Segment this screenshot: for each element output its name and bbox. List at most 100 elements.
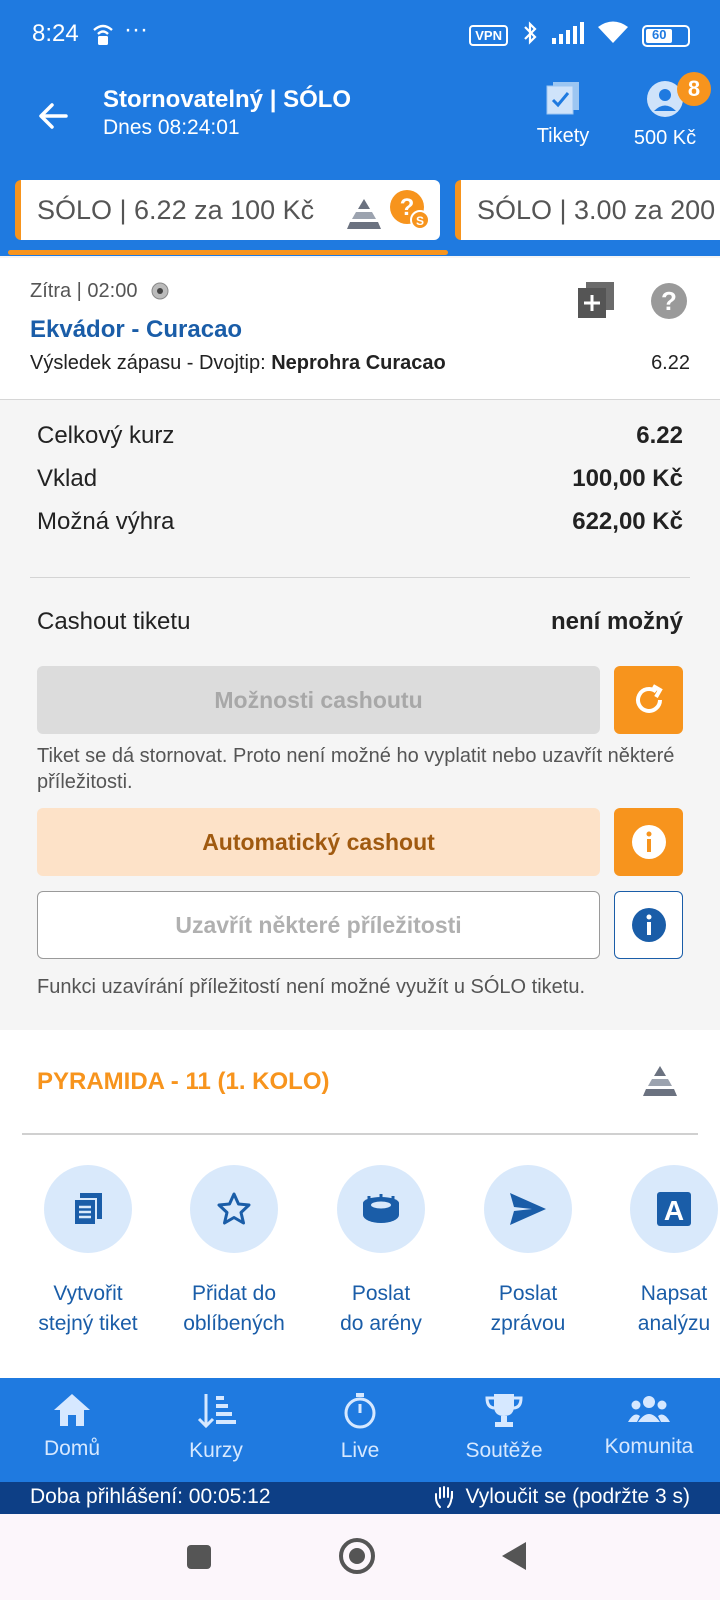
vpn-icon: VPN xyxy=(469,25,508,46)
signal-icon xyxy=(552,22,584,49)
action-send-message-label: Poslat zprávou xyxy=(490,1282,566,1335)
help-icon[interactable]: ? xyxy=(650,282,688,325)
event-market: Výsledek zápasu - Dvojtip: Neprohra Cura… xyxy=(30,352,446,374)
nav-odds[interactable]: Kurzy xyxy=(156,1392,276,1463)
nav-competitions[interactable]: Soutěže xyxy=(444,1392,564,1463)
arena-icon xyxy=(363,1194,399,1223)
action-write-analysis[interactable]: A Napsat analýzu xyxy=(604,1165,720,1339)
tab-ticket-2-label: SÓLO | 3.00 za 200 xyxy=(477,195,716,225)
close-opportunities-info-button[interactable] xyxy=(614,891,683,959)
tickets-icon xyxy=(546,82,579,115)
star-icon xyxy=(217,1192,251,1225)
nav-community[interactable]: Komunita xyxy=(587,1392,711,1459)
recents-button[interactable] xyxy=(186,1544,212,1575)
trophy-icon xyxy=(485,1394,523,1427)
event-title[interactable]: Ekvádor - Curacao xyxy=(30,316,242,344)
info-icon xyxy=(631,908,666,942)
action-create-same-ticket[interactable]: Vytvořit stejný tiket xyxy=(18,1165,158,1339)
tab-ticket-1[interactable]: SÓLO | 6.22 za 100 Kč ? S xyxy=(15,180,440,240)
event-odd: 6.22 xyxy=(651,352,690,374)
stake-row: Vklad 100,00 Kč xyxy=(37,465,683,493)
tickets-label: Tikety xyxy=(536,125,590,147)
self-exclude-label: Vyloučit se (podržte 3 s) xyxy=(465,1485,690,1508)
pyramid-icon xyxy=(642,1064,678,1103)
status-bar: 8:24 ··· VPN 60 xyxy=(0,0,720,70)
system-nav-bar xyxy=(0,1514,720,1600)
action-add-favorite[interactable]: Přidat do oblíbených xyxy=(164,1165,304,1339)
win-label: Možná výhra xyxy=(37,508,175,535)
pyramid-section: PYRAMIDA - 11 (1. KOLO) Vytvořit stejný t… xyxy=(0,1030,720,1378)
back-arrow-icon[interactable] xyxy=(36,98,72,134)
page-title: Stornovatelný | SÓLO xyxy=(103,86,352,113)
pyramid-divider xyxy=(22,1133,698,1135)
info-icon xyxy=(631,825,666,859)
app-header: Stornovatelný | SÓLO Dnes 08:24:01 Tiket… xyxy=(0,80,720,170)
self-exclude-button[interactable]: Vyloučit se (podržte 3 s) xyxy=(434,1485,690,1509)
auto-cashout-info-button[interactable] xyxy=(614,808,683,876)
home-icon xyxy=(54,1394,90,1426)
solo-note: Funkci uzavírání příležitostí není možné… xyxy=(37,976,586,998)
cashout-value: není možný xyxy=(550,608,683,635)
battery-icon: 60 xyxy=(642,24,690,47)
send-icon xyxy=(510,1193,546,1225)
back-system-button[interactable] xyxy=(500,1540,528,1577)
status-time: 8:24 xyxy=(32,20,79,47)
nav-live-label: Live xyxy=(340,1439,380,1462)
ticket-tabs: SÓLO | 6.22 za 100 Kč ? S SÓLO | 3.00 za … xyxy=(0,180,720,256)
event-pick: Neprohra Curacao xyxy=(271,352,446,374)
win-row: Možná výhra 622,00 Kč xyxy=(37,508,683,536)
lock-wifi-icon xyxy=(92,22,114,53)
action-add-favorite-label: Přidat do oblíbených xyxy=(183,1282,285,1335)
tab-ticket-2[interactable]: SÓLO | 3.00 za 200 xyxy=(455,180,720,240)
refresh-button[interactable] xyxy=(614,666,683,734)
hand-icon xyxy=(434,1486,453,1508)
nav-home-label: Domů xyxy=(43,1437,101,1460)
tab-ticket-1-label: SÓLO | 6.22 za 100 Kč xyxy=(37,195,315,225)
balance-label: 500 Kč xyxy=(633,127,697,149)
win-value: 622,00 Kč xyxy=(572,508,683,535)
event-time: Zítra | 02:00 xyxy=(30,280,169,303)
storno-note: Tiket se dá stornovat. Proto není možné … xyxy=(37,745,675,793)
summary-divider xyxy=(30,577,690,578)
active-tab-indicator xyxy=(8,250,448,255)
community-icon xyxy=(628,1396,670,1422)
total-odds-row: Celkový kurz 6.22 xyxy=(37,422,683,450)
odds-icon xyxy=(197,1394,236,1429)
top-bar: 8:24 ··· VPN 60 Stornovatelný | SÓLO Dne… xyxy=(0,0,720,256)
nav-live[interactable]: Live xyxy=(300,1392,420,1463)
bluetooth-icon xyxy=(522,20,538,51)
cashout-label: Cashout tiketu xyxy=(37,608,191,635)
stake-label: Vklad xyxy=(37,465,98,492)
tickets-button[interactable]: Tikety xyxy=(533,80,593,148)
soccer-ball-icon xyxy=(151,282,169,300)
action-send-message[interactable]: Poslat zprávou xyxy=(458,1165,598,1339)
action-create-same-ticket-label: Vytvořit stejný tiket xyxy=(38,1282,138,1335)
analysis-icon: A xyxy=(657,1192,691,1226)
nav-home[interactable]: Domů xyxy=(12,1392,132,1461)
login-bar: Doba přihlášení: 00:05:12 Vyloučit se (p… xyxy=(0,1482,720,1514)
stopwatch-icon xyxy=(344,1393,376,1429)
wifi-icon xyxy=(598,21,628,50)
page-subtitle: Dnes 08:24:01 xyxy=(103,116,240,139)
cashout-row: Cashout tiketu není možný xyxy=(37,608,683,636)
status-right: VPN 60 xyxy=(469,20,690,51)
refresh-icon xyxy=(635,684,663,713)
auto-cashout-button[interactable]: Automatický cashout xyxy=(37,808,600,876)
copy-ticket-icon xyxy=(73,1193,102,1226)
stake-value: 100,00 Kč xyxy=(572,465,683,492)
total-odds-label: Celkový kurz xyxy=(37,422,175,449)
nav-odds-label: Kurzy xyxy=(189,1439,243,1462)
action-write-analysis-label: Napsat analýzu xyxy=(637,1282,711,1335)
login-duration: Doba přihlášení: 00:05:12 xyxy=(30,1485,271,1508)
total-odds-value: 6.22 xyxy=(636,422,683,449)
action-send-arena[interactable]: Poslat do arény xyxy=(311,1165,451,1339)
add-ticket-icon[interactable] xyxy=(578,282,614,323)
cashout-options-button[interactable]: Možnosti cashoutu xyxy=(37,666,600,734)
svg-text:A: A xyxy=(664,1195,684,1226)
svg-text:?: ? xyxy=(661,286,677,316)
svg-text:S: S xyxy=(416,214,424,228)
home-system-button[interactable] xyxy=(338,1537,376,1580)
action-send-arena-label: Poslat do arény xyxy=(340,1282,422,1335)
close-opportunities-button[interactable]: Uzavřít některé příležitosti xyxy=(37,891,600,959)
nav-competitions-label: Soutěže xyxy=(465,1439,543,1462)
